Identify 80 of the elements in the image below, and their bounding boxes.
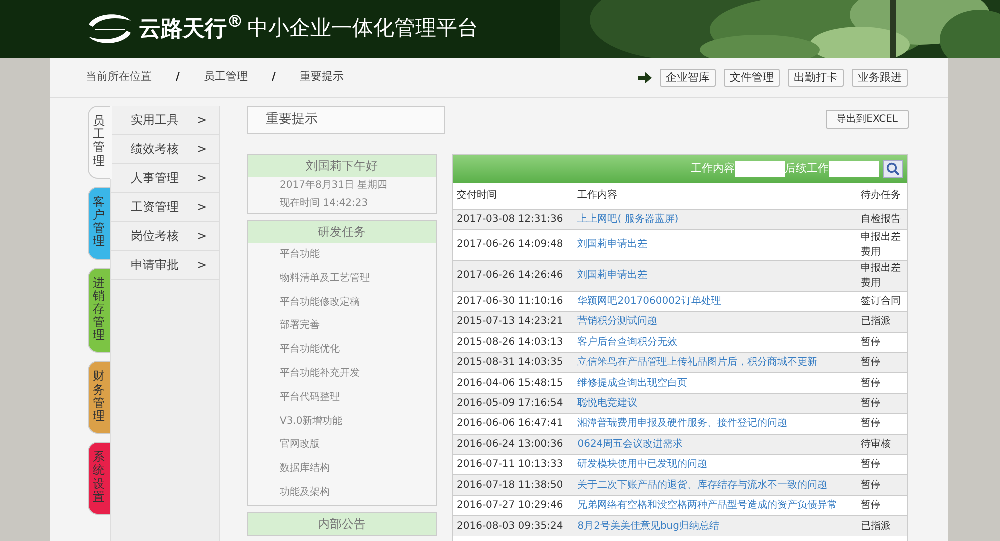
brand-name: 云路天行$^{®}$ bbox=[139, 12, 244, 44]
task-link[interactable]: 物料清单及工艺管理 bbox=[248, 266, 436, 291]
table-cell: 暂停 bbox=[857, 474, 907, 496]
breadcrumb-item[interactable]: 员工管理 bbox=[204, 69, 248, 86]
table-cell: 申报出差费用 bbox=[857, 229, 907, 260]
table-cell: 2016-06-06 16:47:41 bbox=[453, 414, 574, 434]
table-cell: 暂停 bbox=[857, 372, 907, 394]
module-tab[interactable]: 财务管理 bbox=[88, 361, 110, 434]
module-tab[interactable]: 员工管理 bbox=[88, 106, 110, 179]
task-link[interactable]: 聪悦电竞建议 bbox=[578, 398, 638, 410]
task-link[interactable]: V3.0新增功能 bbox=[248, 410, 436, 434]
task-link[interactable]: 平台功能修改定稿 bbox=[248, 290, 436, 314]
table-cell: 已指派 bbox=[857, 312, 907, 332]
task-link[interactable]: 平台功能补充开发 bbox=[248, 362, 436, 386]
task-link[interactable]: 兄弟网络有空格和没空格两种产品型号造成的资产负债异常 bbox=[578, 500, 838, 511]
task-link[interactable]: 数据库结构 bbox=[248, 457, 436, 481]
breadcrumb-separator: / bbox=[272, 69, 276, 86]
task-link[interactable]: 0624周五会议改进需求 bbox=[578, 438, 684, 450]
task-link[interactable]: 研发模块使用中已发现的问题 bbox=[578, 459, 708, 470]
shortcut-button[interactable]: 文件管理 bbox=[724, 68, 780, 86]
arrow-icon bbox=[638, 72, 652, 84]
table-cell: 2016-04-06 15:48:15 bbox=[453, 372, 574, 394]
table-cell: 暂停 bbox=[857, 393, 907, 414]
table-cell: 待审核 bbox=[857, 434, 907, 455]
column-header: 工作内容 bbox=[574, 183, 857, 209]
column-header: 交付时间 bbox=[453, 183, 574, 209]
table-cell: 2016-07-18 11:38:50 bbox=[453, 474, 574, 496]
search-field[interactable] bbox=[829, 161, 879, 177]
task-link[interactable]: 刘国莉申请出差 bbox=[578, 239, 648, 250]
search-button[interactable] bbox=[883, 160, 903, 178]
shortcut-button[interactable]: 业务跟进 bbox=[852, 68, 908, 86]
task-link[interactable]: 刘国莉申请出差 bbox=[578, 270, 648, 282]
task-link[interactable]: 功能及架构 bbox=[248, 480, 436, 505]
task-link[interactable]: 平台功能 bbox=[248, 243, 436, 267]
breadcrumb-label: 当前所在位置 bbox=[86, 69, 152, 86]
table-cell: 2015-07-13 14:23:21 bbox=[453, 312, 574, 332]
table-cell: 自检报告 bbox=[857, 209, 907, 230]
task-link[interactable]: 平台功能优化 bbox=[248, 338, 436, 362]
shortcut-button[interactable]: 出勤打卡 bbox=[788, 68, 844, 86]
search-field[interactable] bbox=[735, 161, 785, 177]
table-cell: 2016-06-24 13:00:36 bbox=[453, 434, 574, 455]
task-link[interactable]: 官网改版 bbox=[248, 433, 436, 458]
task-link[interactable]: 湘潭普瑞费用申报及硬件服务、接件登记的问题 bbox=[578, 418, 788, 430]
module-tab[interactable]: 系统设置 bbox=[88, 442, 110, 515]
module-tab[interactable]: 客户管理 bbox=[88, 186, 110, 260]
table-cell: 2017-06-26 14:26:46 bbox=[453, 260, 574, 292]
table-cell: 暂停 bbox=[857, 414, 907, 434]
task-link[interactable]: 平台代码整理 bbox=[248, 386, 436, 410]
panel-title: 研发任务 bbox=[248, 221, 436, 243]
table-cell: 2017-06-26 14:09:48 bbox=[453, 229, 574, 260]
table-cell: 2016-05-09 17:16:54 bbox=[453, 393, 574, 414]
time-text: 现在时间 14:42:23 bbox=[279, 196, 370, 211]
task-link[interactable]: 营销积分测试问题 bbox=[578, 316, 658, 328]
table-cell: 2017-03-08 12:31:36 bbox=[453, 209, 574, 230]
panel-title: 内部公告 bbox=[248, 512, 436, 535]
table-cell: 2016-08-03 09:35:24 bbox=[453, 516, 574, 536]
task-link[interactable]: 部署完善 bbox=[248, 314, 436, 338]
app-title: 中小企业一体化管理平台 bbox=[248, 15, 478, 42]
column-header: 待办任务 bbox=[857, 183, 907, 209]
task-link[interactable]: 客户后台查询积分无效 bbox=[578, 336, 678, 348]
task-link[interactable]: 华颖网吧2017060002订单处理 bbox=[578, 296, 722, 308]
breadcrumb-item[interactable]: 重要提示 bbox=[300, 69, 344, 86]
search-label: 后续工作 bbox=[785, 160, 829, 177]
task-link[interactable]: 关于二次下账产品的退货、库存结存与流水不一致的问题 bbox=[578, 480, 828, 491]
search-label: 工作内容 bbox=[691, 160, 735, 177]
task-link[interactable]: 上上网吧( 服务器蓝屏) bbox=[578, 214, 679, 225]
table-cell: 暂停 bbox=[857, 352, 907, 373]
breadcrumb-separator: / bbox=[176, 69, 180, 86]
panel-title: 刘国莉下午好 bbox=[248, 155, 436, 177]
export-button[interactable]: 导出到EXCEL bbox=[826, 110, 909, 129]
table-cell: 已指派 bbox=[857, 516, 907, 536]
module-tab[interactable]: 进销存管理 bbox=[88, 268, 110, 354]
task-link[interactable]: 8月2号美美佳意见bug归纳总结 bbox=[578, 520, 720, 532]
task-link[interactable]: 维修提成查询出现空白页 bbox=[578, 378, 688, 389]
shortcut-button[interactable]: 企业智库 bbox=[660, 68, 716, 86]
page-title: 重要提示 bbox=[247, 106, 445, 134]
date-text: 2017年8月31日 星期四 bbox=[279, 178, 389, 193]
task-link[interactable]: 立信笨鸟在产品管理上传礼品图片后，积分商城不更新 bbox=[578, 357, 818, 368]
table-cell: 2015-08-31 14:03:35 bbox=[453, 352, 574, 373]
table-cell: 申报出差费用 bbox=[857, 260, 907, 292]
